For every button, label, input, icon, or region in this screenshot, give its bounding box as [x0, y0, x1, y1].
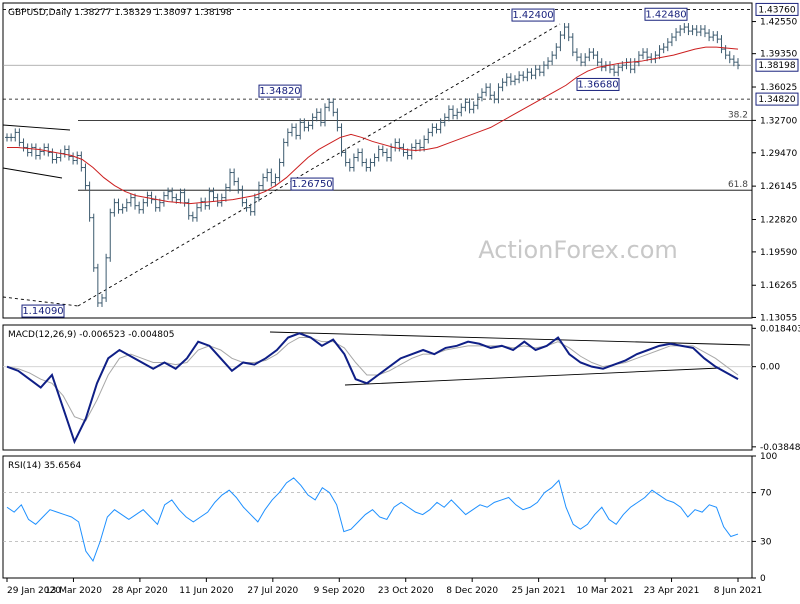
price-annotation-text-3: 1.36680	[577, 79, 618, 90]
x-tick-label-2: 28 Apr 2020	[112, 586, 168, 596]
level-label-3: 38.2	[728, 110, 748, 120]
watermark-text: ActionForex.com	[478, 236, 678, 264]
x-tick-label-10: 23 Apr 2021	[644, 586, 700, 596]
chart-root: ActionForex.com 38.2 61.8 1.42400 1.42480 1.3…	[0, 0, 800, 600]
price-annotation-text-4: 1.26750	[291, 179, 332, 190]
x-tick-label-6: 23 Oct 2020	[378, 586, 434, 596]
price-annotation-text-0: 1.42400	[512, 10, 553, 21]
price-y-tick-label-6: 1.22820	[760, 215, 797, 225]
x-tick-label-3: 11 Jun 2020	[179, 586, 233, 596]
x-tick-label-7: 8 Dec 2020	[446, 586, 498, 596]
price-y-tick-label-2: 1.36025	[760, 83, 797, 93]
rsi-title: RSI(14) 35.6564	[8, 461, 81, 471]
price-annotation-text-1: 1.42480	[645, 9, 686, 20]
panel-frame-price	[2, 2, 753, 319]
price-y-tick-label-0: 1.42550	[760, 18, 797, 28]
rsi-y-tick-label-0: 100	[760, 452, 777, 462]
x-tick-label-8: 25 Jan 2021	[512, 586, 566, 596]
price-y-tick-label-8: 1.16265	[760, 281, 797, 291]
price-y-tick-label-1: 1.39350	[760, 50, 797, 60]
price-y-tick-label-5: 1.26145	[760, 182, 797, 192]
price-y-tick-label-3: 1.32700	[760, 116, 797, 126]
chart-svg: ActionForex.com 38.2 61.8 1.42400 1.42480 1.3…	[2, 2, 800, 596]
price-annotation-text-2: 1.34820	[259, 86, 300, 97]
panel-frame-macd	[2, 324, 753, 451]
macd-y-tick-label-1: 0.00	[760, 363, 780, 373]
price-y-tick-label-9: 1.13055	[760, 313, 797, 323]
level-label-4: 61.8	[728, 180, 748, 190]
rsi-y-tick-label-3: 0	[760, 574, 766, 584]
price-annotation-text-5: 1.14090	[22, 306, 63, 317]
x-tick-label-5: 9 Sep 2020	[314, 586, 366, 596]
x-tick-label-9: 10 Mar 2021	[577, 586, 634, 596]
panel-frame-rsi	[2, 455, 753, 579]
price-y-tick-label-4: 1.29470	[760, 149, 797, 159]
price-title: GBPUSD,Daily 1.38277 1.38329 1.38097 1.3…	[8, 8, 232, 18]
x-tick-label-1: 13 Mar 2020	[45, 586, 102, 596]
price-y-tick-label-7: 1.19590	[760, 248, 797, 258]
price-highlight-label-2: 1.34820	[758, 95, 795, 105]
x-tick-label-4: 27 Jul 2020	[247, 586, 298, 596]
rsi-y-tick-label-1: 70	[760, 489, 772, 499]
macd-title: MACD(12,26,9) -0.006523 -0.004805	[8, 330, 174, 340]
price-highlight-label-0: 1.43760	[758, 5, 795, 15]
rsi-y-tick-label-2: 30	[760, 537, 772, 547]
macd-y-tick-label-0: 0.018403	[760, 324, 800, 334]
price-highlight-label-1: 1.38198	[758, 61, 795, 71]
x-tick-label-11: 8 Jun 2021	[714, 586, 762, 596]
